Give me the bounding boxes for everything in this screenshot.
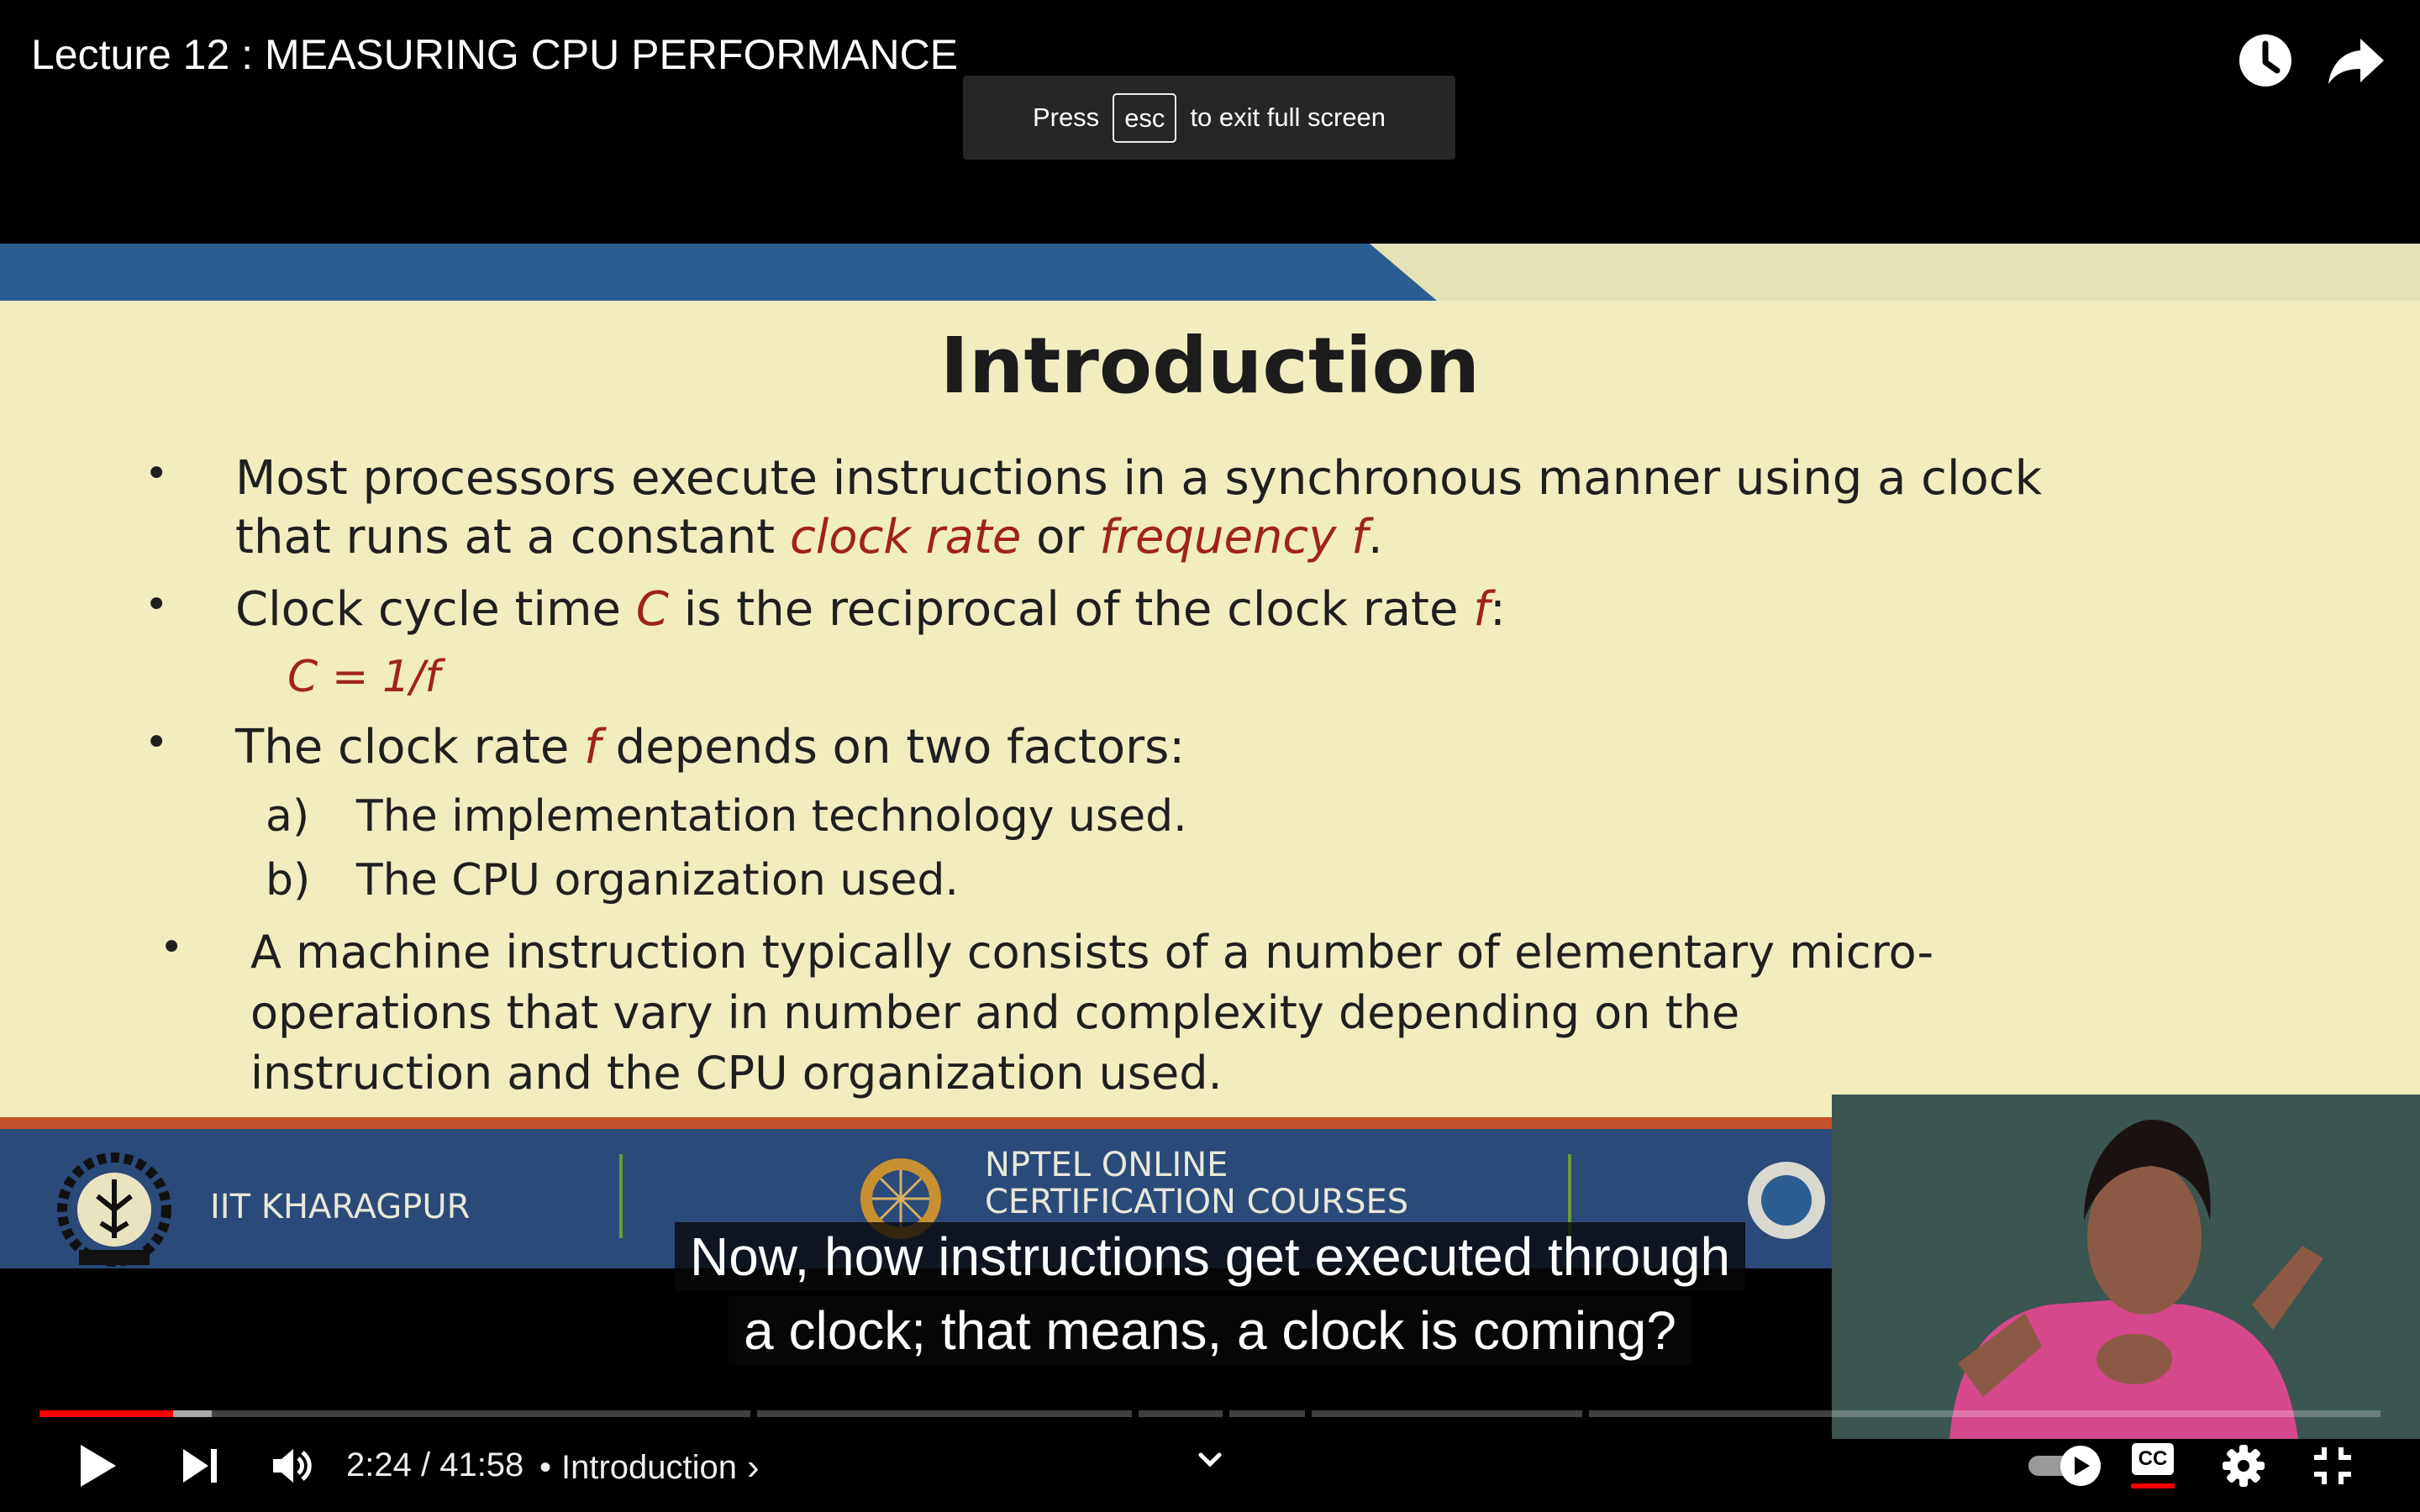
bullet-4-line-3: instruction and the CPU organization use… bbox=[250, 1047, 1223, 1100]
slide-blue-band bbox=[0, 244, 1437, 301]
text-span: . bbox=[1367, 510, 1383, 564]
text-span: The clock rate bbox=[235, 720, 585, 774]
text-span: : bbox=[1489, 582, 1506, 637]
chapter-segment[interactable] bbox=[1229, 1410, 1305, 1417]
toast-press: Press bbox=[1032, 102, 1100, 132]
chapter-segment[interactable] bbox=[1589, 1410, 2381, 1417]
nptel-line-2: CERTIFICATION COURSES bbox=[985, 1183, 1409, 1221]
text-span: Clock cycle time bbox=[235, 582, 636, 637]
cc-icon: CC bbox=[2132, 1443, 2174, 1475]
time-total: 41:58 bbox=[439, 1446, 524, 1483]
caption-line-1: Now, how instructions get executed throu… bbox=[674, 1222, 1746, 1291]
text-span: or bbox=[1021, 510, 1100, 564]
time-display: 2:24 / 41:58 bbox=[346, 1446, 523, 1484]
cc-active-indicator bbox=[2131, 1483, 2175, 1488]
bullet-dot: • bbox=[145, 450, 169, 497]
bullet-3-line: The clock rate f depends on two factors: bbox=[235, 717, 1185, 778]
bullet-4-line-1: A machine instruction typically consists… bbox=[250, 926, 1934, 979]
play-icon[interactable] bbox=[64, 1432, 131, 1499]
played-fill bbox=[39, 1410, 174, 1417]
text-span: depends on two factors: bbox=[600, 720, 1186, 774]
time-separator: / bbox=[411, 1446, 440, 1483]
volume-icon[interactable] bbox=[259, 1432, 326, 1499]
sub-item-a: The implementation technology used. bbox=[356, 791, 1187, 842]
chapter-title: Introduction bbox=[561, 1448, 738, 1486]
chapter-segment[interactable] bbox=[757, 1410, 1132, 1417]
text-span: that runs at a constant bbox=[235, 510, 790, 564]
chapter-arrow: › bbox=[747, 1446, 760, 1488]
caption-line-2: a clock; that means, a clock is coming? bbox=[729, 1296, 1691, 1365]
bullet-2-line: Clock cycle time C is the reciprocal of … bbox=[235, 580, 1506, 640]
chapter-segment[interactable] bbox=[1312, 1410, 1582, 1417]
cc-button[interactable]: CC bbox=[2128, 1435, 2178, 1497]
bullet-dot: • bbox=[145, 581, 169, 628]
progress-bar[interactable] bbox=[39, 1410, 2381, 1417]
term-f: f bbox=[1473, 582, 1490, 637]
term-frequency: frequency f bbox=[1099, 510, 1368, 564]
bullet-1-line-2: that runs at a constant clock rate or fr… bbox=[235, 507, 1383, 568]
bullet-dot: • bbox=[160, 924, 184, 971]
bullet-dot: • bbox=[145, 719, 169, 766]
nptel-line-1: NPTEL ONLINE bbox=[985, 1146, 1228, 1184]
term-f: f bbox=[584, 720, 601, 774]
formula: C = 1/f bbox=[287, 652, 440, 702]
bullet-4-line-2: operations that vary in number and compl… bbox=[250, 986, 1740, 1039]
slide-heading: Introduction bbox=[939, 321, 1481, 411]
esc-key: esc bbox=[1113, 92, 1177, 143]
exit-fullscreen-toast: Press esc to exit full screen bbox=[963, 76, 1455, 160]
gear-icon[interactable] bbox=[2210, 1436, 2277, 1495]
chapter-bullet: • bbox=[539, 1448, 552, 1486]
autoplay-toggle-icon[interactable] bbox=[2023, 1441, 2107, 1491]
video-title[interactable]: Lecture 12 : MEASURING CPU PERFORMANCE bbox=[31, 30, 958, 79]
share-arrow-icon[interactable] bbox=[2323, 27, 2390, 94]
chapter-segment[interactable] bbox=[1139, 1410, 1223, 1417]
term-c: C bbox=[635, 582, 669, 637]
clock-icon[interactable] bbox=[2232, 27, 2299, 94]
bullet-1-line-1: Most processors execute instructions in … bbox=[235, 451, 2043, 506]
term-clock-rate: clock rate bbox=[789, 510, 1022, 564]
sub-item-b: The CPU organization used. bbox=[356, 855, 959, 906]
caption-window: Now, how instructions get executed throu… bbox=[0, 1222, 2420, 1365]
toast-rest: to exit full screen bbox=[1190, 102, 1386, 132]
text-span: is the reciprocal of the clock rate bbox=[668, 582, 1474, 637]
time-current: 2:24 bbox=[346, 1446, 412, 1483]
sub-item-a-marker: a) bbox=[266, 791, 310, 842]
chapter-button[interactable]: • Introduction › bbox=[539, 1446, 760, 1488]
chevron-down-icon[interactable] bbox=[1193, 1443, 1227, 1477]
sub-item-b-marker: b) bbox=[266, 855, 311, 906]
institute-name: IIT KHARAGPUR bbox=[210, 1188, 471, 1226]
buffered-fill bbox=[173, 1410, 212, 1417]
next-icon[interactable] bbox=[166, 1432, 234, 1499]
exit-fullscreen-icon[interactable] bbox=[2299, 1436, 2366, 1495]
